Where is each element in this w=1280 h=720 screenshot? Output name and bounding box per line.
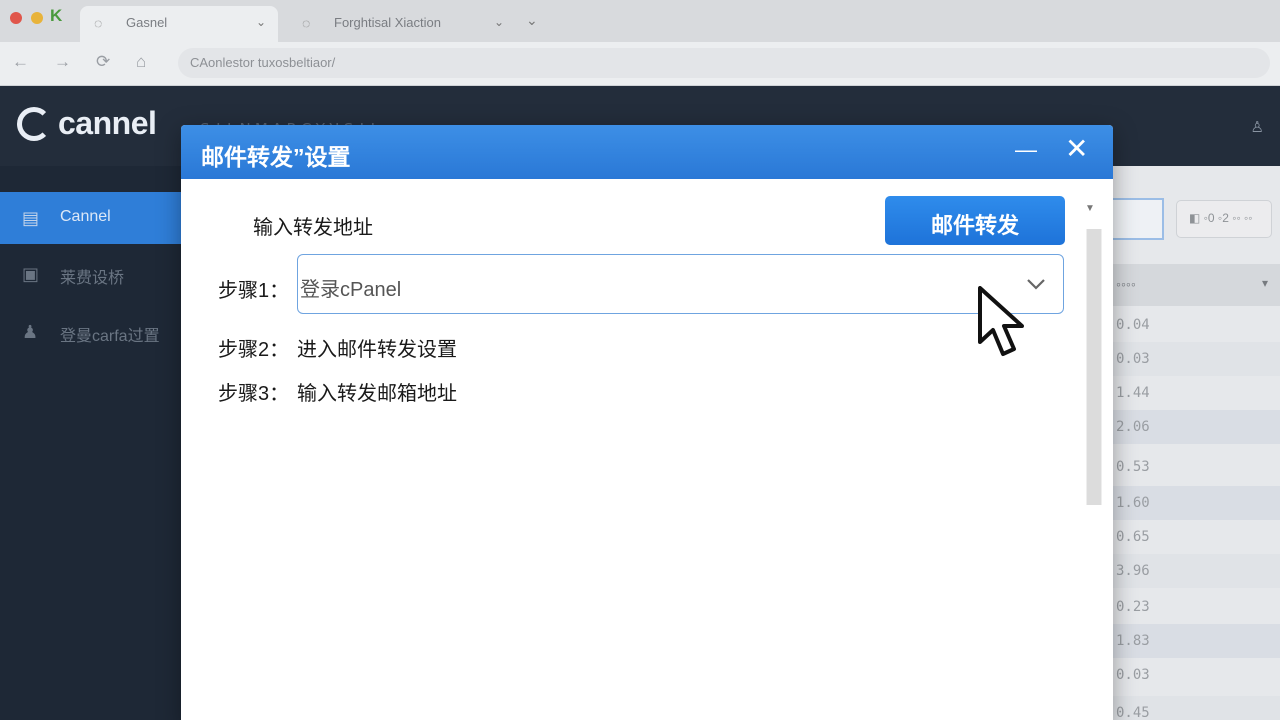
table-cell: 0.23 bbox=[1116, 599, 1150, 615]
address-bar[interactable]: CAonlestor tuxosbeltiaor/ bbox=[178, 48, 1270, 78]
sidebar-item-label: Cannel bbox=[60, 208, 111, 225]
dialog-title: 邮件转发”设置 bbox=[201, 144, 351, 170]
step2-text: 进入邮件转发设置 bbox=[297, 339, 457, 361]
globe-icon: ◌ bbox=[302, 15, 311, 31]
table-row: 0.03 bbox=[1112, 658, 1280, 692]
app-logo: cannel bbox=[58, 105, 157, 141]
chevron-down-icon[interactable]: ⌄ bbox=[526, 12, 538, 29]
step1-select[interactable]: 登录cPanel bbox=[297, 254, 1064, 314]
list-icon: ▤ bbox=[22, 208, 40, 228]
table-cell: 0.45 bbox=[1116, 705, 1150, 720]
action-button[interactable]: ◧ ◦0 ◦2 ◦◦ ◦◦ bbox=[1176, 200, 1272, 238]
step1-label: 步骤1： bbox=[218, 280, 290, 302]
mail-forward-button[interactable]: 邮件转发 bbox=[885, 196, 1065, 245]
forward-address-label: 输入转发地址 bbox=[253, 217, 373, 239]
table-cell: 0.65 bbox=[1116, 529, 1150, 545]
search-input[interactable] bbox=[1112, 198, 1164, 240]
sidebar-item-settings[interactable]: ▣ 莱费设桥 bbox=[0, 248, 182, 300]
user-icon[interactable]: ♙ bbox=[1251, 118, 1264, 136]
table-cell: 1.60 bbox=[1116, 495, 1150, 511]
chevron-down-icon[interactable]: ▾ bbox=[1262, 276, 1268, 290]
table-row: 1.83 bbox=[1112, 624, 1280, 658]
browser-nav-bar: ← → ⟳ ⌂ CAonlestor tuxosbeltiaor/ bbox=[0, 42, 1280, 86]
sidebar: ▤ Cannel ▣ 莱费设桥 ♟ 登曼carfa过置 bbox=[0, 166, 182, 720]
close-window-dot[interactable] bbox=[10, 12, 22, 24]
window-glyph: K bbox=[50, 6, 63, 25]
sidebar-item-cannel[interactable]: ▤ Cannel bbox=[0, 192, 182, 244]
reload-icon[interactable]: ⟳ bbox=[96, 52, 110, 72]
chevron-down-icon[interactable]: ⌄ bbox=[494, 15, 504, 29]
forward-icon[interactable]: → bbox=[54, 52, 71, 72]
minimize-icon[interactable]: — bbox=[1015, 139, 1037, 161]
table-cell: 1.83 bbox=[1116, 633, 1150, 649]
table-row: 1.44 bbox=[1112, 376, 1280, 410]
table-row: 0.65 bbox=[1112, 520, 1280, 554]
minimize-window-dot[interactable] bbox=[31, 12, 43, 24]
table-cell: 0.53 bbox=[1116, 459, 1150, 475]
step2-label: 步骤2： bbox=[218, 339, 290, 361]
column-header[interactable]: ◦◦◦◦ ▾ bbox=[1112, 264, 1280, 306]
table-cell: 1.44 bbox=[1116, 385, 1150, 401]
browser-tab-active[interactable]: ◌ Gasnel ⌄ bbox=[80, 6, 278, 42]
table-row: 0.23 bbox=[1112, 590, 1280, 624]
table-cell: 0.04 bbox=[1116, 317, 1150, 333]
mouse-pointer-icon bbox=[978, 286, 1024, 356]
browser-tab-inactive[interactable]: ◌ Forghtisal Xiaction ⌄ bbox=[288, 6, 516, 42]
sidebar-item-label: 莱费设桥 bbox=[60, 270, 125, 287]
table-row: 2.06 bbox=[1112, 410, 1280, 444]
mail-forward-button-label: 邮件转发 bbox=[930, 213, 1019, 238]
browser-tab-bar: K ◌ Gasnel ⌄ ◌ Forghtisal Xiaction ⌄ ⌄ bbox=[0, 0, 1280, 42]
back-icon[interactable]: ← bbox=[12, 52, 29, 72]
table-row: 1.60 bbox=[1112, 486, 1280, 520]
calendar-icon: ▣ bbox=[22, 264, 40, 284]
table-row: 0.53 bbox=[1112, 450, 1280, 484]
table-row: 0.03 bbox=[1112, 342, 1280, 376]
dialog-titlebar[interactable]: 邮件转发”设置 — ✕ bbox=[181, 125, 1113, 179]
table-row: 0.04 bbox=[1112, 308, 1280, 342]
table-row: 3.96 bbox=[1112, 554, 1280, 588]
home-icon[interactable]: ⌂ bbox=[136, 52, 146, 72]
table-cell: 0.03 bbox=[1116, 667, 1150, 683]
table-cell: 2.06 bbox=[1116, 419, 1150, 435]
column-header-label: ◦◦◦◦ bbox=[1116, 276, 1136, 292]
logo-icon bbox=[17, 107, 51, 141]
step1-select-value: 登录cPanel bbox=[300, 279, 402, 301]
action-button-label: ◧ ◦0 ◦2 ◦◦ ◦◦ bbox=[1189, 211, 1253, 225]
user-icon: ♟ bbox=[22, 322, 39, 342]
table-cell: 0.03 bbox=[1116, 351, 1150, 367]
close-icon[interactable]: ✕ bbox=[1065, 135, 1088, 163]
table-cell: 3.96 bbox=[1116, 563, 1150, 579]
right-panel: ◧ ◦0 ◦2 ◦◦ ◦◦ ◦◦◦◦ ▾ 0.04 0.03 1.44 2.06… bbox=[1112, 166, 1280, 720]
tab-title: Gasnel bbox=[126, 15, 168, 30]
scrollbar-thumb[interactable] bbox=[1087, 229, 1101, 505]
tab-title: Forghtisal Xiaction bbox=[334, 15, 441, 30]
sidebar-item-label: 登曼carfa过置 bbox=[60, 328, 160, 345]
table-row: 0.45 bbox=[1112, 696, 1280, 720]
step3-label: 步骤3： bbox=[218, 383, 290, 405]
step3-text: 输入转发邮箱地址 bbox=[297, 383, 457, 405]
chevron-down-icon[interactable]: ⌄ bbox=[256, 15, 266, 29]
sidebar-item-login[interactable]: ♟ 登曼carfa过置 bbox=[0, 306, 182, 358]
address-text: CAonlestor tuxosbeltiaor/ bbox=[190, 55, 336, 70]
scroll-up-icon[interactable]: ▼ bbox=[1085, 203, 1095, 214]
mail-forward-dialog: 邮件转发”设置 — ✕ 输入转发地址 邮件转发 步骤1： 登录cPanel 步骤… bbox=[181, 125, 1113, 720]
globe-icon: ◌ bbox=[94, 15, 103, 31]
